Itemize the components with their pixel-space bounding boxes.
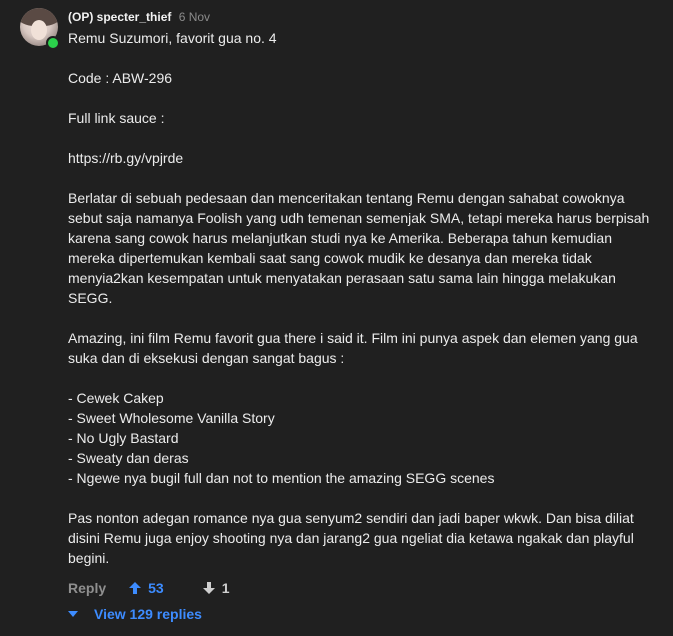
list-item: - Cewek Cakep (68, 390, 164, 406)
comment-paragraph: Full link sauce : (68, 110, 165, 126)
list-item: - Sweaty dan deras (68, 450, 189, 466)
comment-paragraph: Berlatar di sebuah pedesaan dan mencerit… (68, 190, 650, 306)
arrow-down-icon (202, 582, 215, 594)
avatar-face (31, 20, 47, 40)
online-status-icon (46, 36, 60, 50)
comment-paragraph: Amazing, ini film Remu favorit gua there… (68, 330, 638, 366)
reply-button[interactable]: Reply (68, 580, 106, 596)
view-replies-button[interactable]: View 129 replies (68, 606, 202, 622)
upvote-button[interactable]: 53 (128, 580, 164, 596)
downvote-button[interactable]: 1 (202, 580, 230, 596)
comment-link[interactable]: https://rb.gy/vpjrde (68, 148, 658, 168)
comment-list: - Cewek Cakep - Sweet Wholesome Vanilla … (68, 388, 658, 488)
list-item: - Ngewe nya bugil full dan not to mentio… (68, 470, 495, 486)
comment-body: Remu Suzumori, favorit gua no. 4 Code : … (68, 28, 658, 588)
view-replies-label: View 129 replies (94, 606, 202, 622)
comment-header: (OP) specter_thief 6 Nov (68, 10, 210, 24)
list-item: - Sweet Wholesome Vanilla Story (68, 410, 275, 426)
list-item: - No Ugly Bastard (68, 430, 179, 446)
comment-actions: Reply 53 1 (68, 580, 230, 596)
comment-paragraph: Pas nonton adegan romance nya gua senyum… (68, 510, 634, 566)
comment: (OP) specter_thief 6 Nov Remu Suzumori, … (0, 0, 673, 636)
upvote-count: 53 (148, 580, 164, 596)
username[interactable]: (OP) specter_thief (68, 10, 171, 24)
chevron-down-icon (68, 611, 78, 617)
arrow-up-icon (129, 582, 142, 594)
comment-paragraph: Remu Suzumori, favorit gua no. 4 (68, 30, 277, 46)
comment-paragraph: Code : ABW-296 (68, 70, 173, 86)
downvote-count: 1 (221, 580, 230, 596)
timestamp: 6 Nov (178, 10, 211, 24)
